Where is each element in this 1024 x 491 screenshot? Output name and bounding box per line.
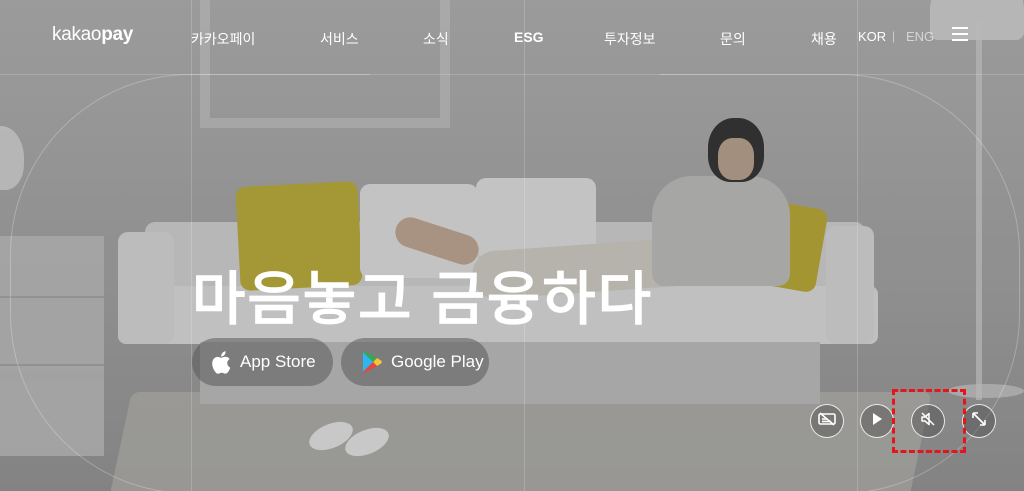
fullscreen-button[interactable]	[962, 404, 996, 438]
play-button[interactable]	[860, 404, 894, 438]
hamburger-icon[interactable]	[952, 27, 968, 43]
google-play-button[interactable]: Google Play	[341, 338, 489, 386]
apple-icon	[210, 350, 232, 374]
kakaopay-logo[interactable]: kakaopay	[52, 24, 133, 46]
logo-text-bold: pay	[101, 24, 134, 45]
nav-item-esg[interactable]: ESG	[514, 29, 544, 45]
nav-item-kakaopay[interactable]: 카카오페이	[191, 29, 255, 49]
language-kor[interactable]: KOR	[858, 29, 886, 44]
top-navigation: kakaopay 카카오페이 서비스 소식 ESG 투자정보 문의 채용 KOR…	[0, 0, 1024, 74]
grid-line	[0, 74, 1024, 75]
nav-item-news[interactable]: 소식	[423, 29, 449, 49]
app-store-button[interactable]: App Store	[192, 338, 333, 386]
google-play-icon	[361, 350, 383, 374]
captions-off-button[interactable]	[810, 404, 844, 438]
hero-headline: 마음놓고 금융하다	[192, 267, 653, 332]
app-store-label: App Store	[240, 352, 316, 371]
play-icon	[871, 412, 883, 431]
highlight-box	[892, 389, 966, 453]
fullscreen-icon	[971, 411, 987, 432]
language-eng[interactable]: ENG	[906, 29, 934, 44]
nav-item-investor-relations[interactable]: 투자정보	[604, 29, 656, 49]
hero-section: kakaopay 카카오페이 서비스 소식 ESG 투자정보 문의 채용 KOR…	[0, 0, 1024, 491]
nav-item-contact[interactable]: 문의	[720, 29, 746, 49]
captions-off-icon	[818, 411, 836, 431]
logo-text: kakao	[52, 24, 102, 45]
nav-item-services[interactable]: 서비스	[320, 29, 359, 49]
language-separator: |	[892, 29, 896, 43]
nav-item-careers[interactable]: 채용	[811, 29, 837, 49]
google-play-label: Google Play	[391, 352, 484, 371]
